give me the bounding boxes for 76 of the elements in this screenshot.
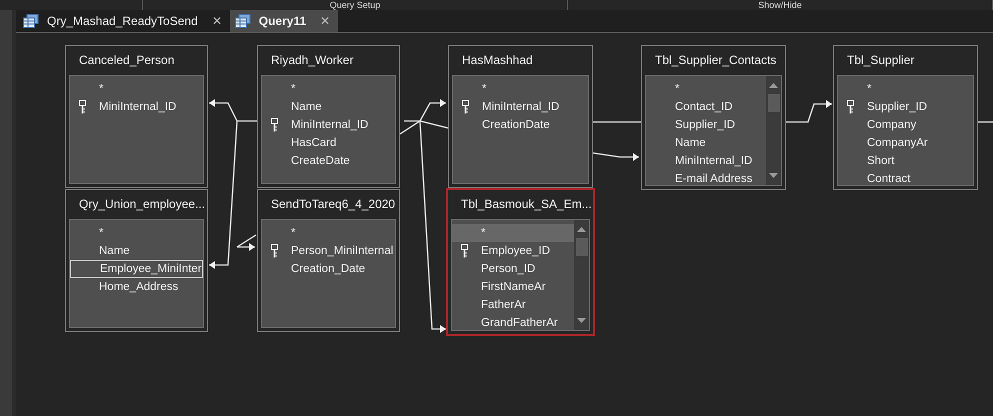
document-tab[interactable]: Query11 ✕ bbox=[230, 10, 338, 32]
field-item[interactable]: Contact_ID bbox=[646, 98, 766, 116]
field-item[interactable]: Name bbox=[70, 242, 203, 260]
field-item[interactable]: MiniInternal_ID bbox=[70, 98, 203, 116]
scrollbar[interactable] bbox=[574, 220, 589, 330]
scroll-up-icon[interactable] bbox=[769, 83, 778, 88]
scroll-down-icon[interactable] bbox=[577, 318, 586, 323]
field-item[interactable]: Employee_MiniInter bbox=[70, 260, 203, 278]
field-item[interactable]: GrandFatherAr bbox=[452, 314, 574, 330]
field-item[interactable]: CompanyAr bbox=[838, 134, 973, 152]
key-icon bbox=[462, 100, 469, 114]
close-icon[interactable]: ✕ bbox=[320, 14, 330, 28]
table-box[interactable]: Tbl_Supplier_Contacts * Contact_ID Supplier_ID Name MiniInternal_ID E-mail Address bbox=[641, 45, 786, 190]
field-item[interactable]: Short bbox=[838, 152, 973, 170]
table-box[interactable]: Riyadh_Worker * Name MiniInternal_ID HasCard CreateDate bbox=[257, 45, 400, 188]
field-item[interactable]: FatherAr bbox=[452, 296, 574, 314]
join-line bbox=[593, 121, 641, 123]
field-item[interactable]: Employee_ID bbox=[452, 242, 574, 260]
key-icon bbox=[461, 244, 468, 258]
table-title: Tbl_Supplier bbox=[846, 52, 916, 69]
join-line bbox=[786, 100, 832, 123]
field-item[interactable]: * bbox=[70, 224, 203, 242]
field-item[interactable]: Name bbox=[262, 98, 395, 116]
key-icon bbox=[79, 100, 86, 114]
join-line bbox=[978, 121, 993, 123]
field-item[interactable]: Home_Address bbox=[70, 278, 203, 296]
scrollbar[interactable] bbox=[766, 76, 781, 185]
field-item[interactable]: Person_ID bbox=[452, 260, 574, 278]
field-item[interactable]: * bbox=[70, 80, 203, 98]
join-line bbox=[592, 152, 639, 161]
field-item[interactable]: CreationDate bbox=[453, 116, 588, 134]
key-icon bbox=[271, 118, 278, 132]
field-item[interactable]: Person_MiniInternal bbox=[262, 242, 395, 260]
ribbon-group-label: Query Setup bbox=[330, 0, 380, 10]
field-item[interactable]: * bbox=[452, 224, 574, 242]
field-item[interactable]: Company bbox=[838, 116, 973, 134]
field-item[interactable]: * bbox=[262, 80, 395, 98]
scroll-up-icon[interactable] bbox=[577, 227, 586, 232]
field-item[interactable]: MiniInternal_ID bbox=[453, 98, 588, 116]
field-item[interactable]: * bbox=[262, 224, 395, 242]
field-item[interactable]: CreateDate bbox=[262, 152, 395, 170]
table-title: Tbl_Basmouk_SA_Em... bbox=[460, 196, 590, 213]
field-item[interactable]: * bbox=[646, 80, 766, 98]
close-icon[interactable]: ✕ bbox=[212, 14, 222, 28]
scroll-thumb[interactable] bbox=[768, 94, 780, 112]
table-box[interactable]: Qry_Union_employee... * Name Employee_MiniInter Home_Address bbox=[65, 189, 208, 332]
query-icon bbox=[23, 14, 39, 28]
table-title: Qry_Union_employee... bbox=[78, 196, 204, 213]
field-item[interactable]: Contract bbox=[838, 170, 973, 185]
table-title: SendToTareq6_4_2020 bbox=[270, 196, 396, 213]
query-icon bbox=[234, 14, 251, 28]
field-item[interactable]: MiniInternal_ID bbox=[646, 152, 766, 170]
field-item[interactable]: HasCard bbox=[262, 134, 395, 152]
field-item[interactable]: Supplier_ID bbox=[838, 98, 973, 116]
scroll-thumb[interactable] bbox=[576, 238, 588, 256]
field-item[interactable]: MiniInternal_ID bbox=[262, 116, 395, 134]
table-box[interactable]: Tbl_Basmouk_SA_Em... * Employee_ID Person_ID FirstNameAr FatherAr GrandFatherAr bbox=[446, 188, 595, 336]
field-item[interactable]: Name bbox=[646, 134, 766, 152]
table-box[interactable]: Canceled_Person * MiniInternal_ID bbox=[65, 45, 208, 188]
field-item[interactable]: * bbox=[838, 80, 973, 98]
key-icon bbox=[271, 244, 278, 258]
table-box[interactable]: Tbl_Supplier * Supplier_ID Company CompanyAr Short Contract bbox=[833, 45, 978, 190]
field-item[interactable]: Creation_Date bbox=[262, 260, 395, 278]
table-box[interactable]: SendToTareq6_4_2020 * Person_MiniInternal Creation_Date bbox=[257, 189, 400, 332]
field-item[interactable]: FirstNameAr bbox=[452, 278, 574, 296]
field-item[interactable]: Supplier_ID bbox=[646, 116, 766, 134]
table-title: Riyadh_Worker bbox=[270, 52, 354, 69]
table-title: Canceled_Person bbox=[78, 52, 176, 69]
field-item[interactable]: * bbox=[453, 80, 588, 98]
table-box[interactable]: HasMashhad * MiniInternal_ID CreationDate bbox=[448, 45, 593, 188]
field-item[interactable]: E-mail Address bbox=[646, 170, 766, 185]
key-icon bbox=[847, 100, 854, 114]
ribbon-group-label: Show/Hide bbox=[758, 0, 802, 10]
table-title: HasMashhad bbox=[461, 52, 534, 69]
scroll-down-icon[interactable] bbox=[769, 173, 778, 178]
table-title: Tbl_Supplier_Contacts bbox=[654, 52, 778, 69]
